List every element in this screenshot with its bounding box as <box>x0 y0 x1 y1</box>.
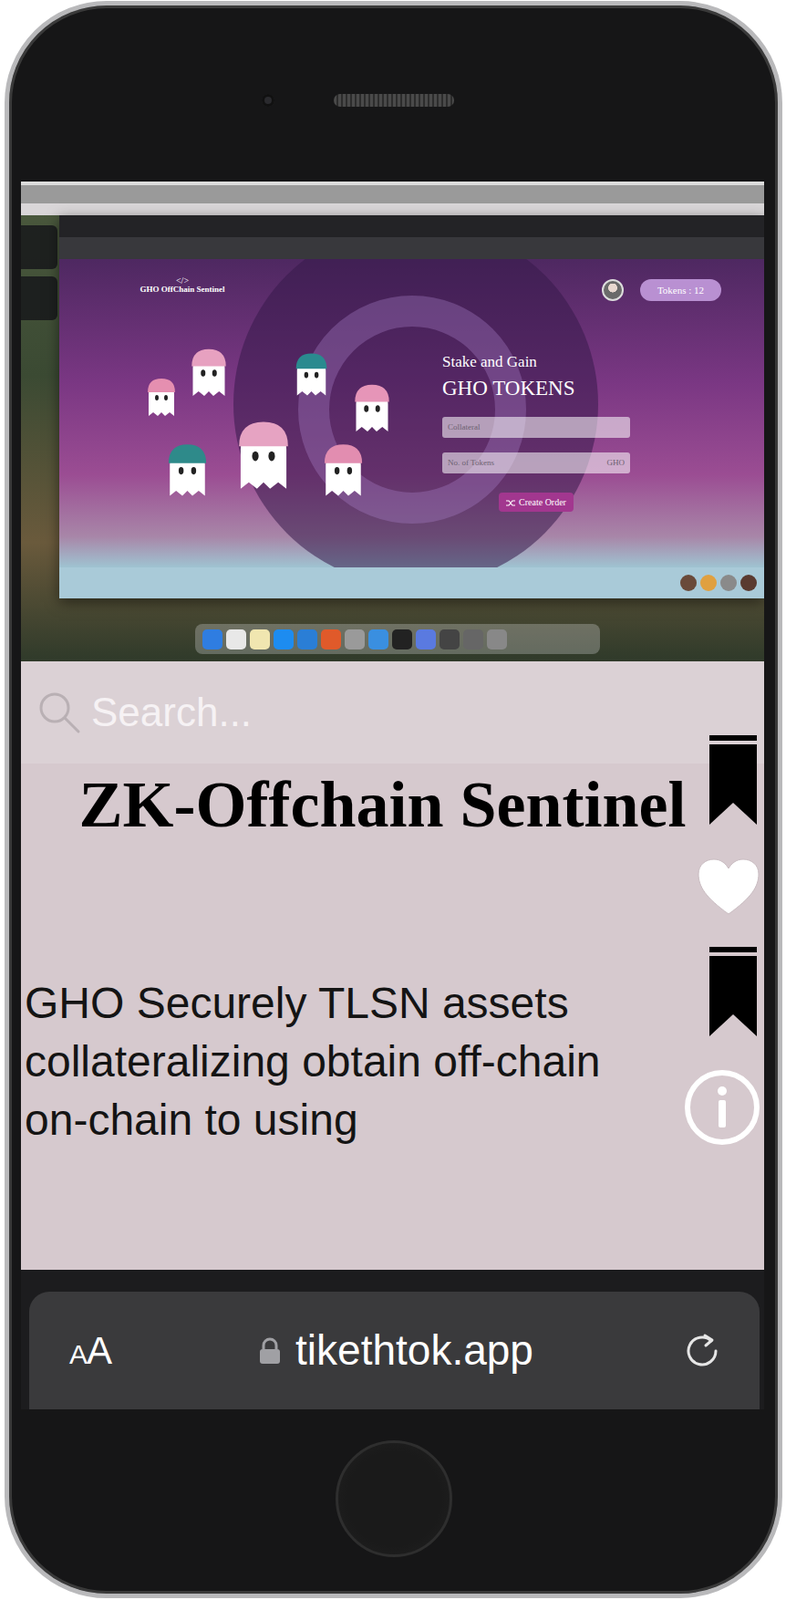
app-icon[interactable] <box>463 629 484 650</box>
participant-icon <box>680 574 697 591</box>
form-heading: Stake and Gain <box>442 352 631 372</box>
app-page: </> GHO OffChain Sentinel Tokens : 12 St… <box>59 258 765 568</box>
participant-icon <box>700 574 717 591</box>
search-icon <box>36 689 83 735</box>
app-icon[interactable] <box>249 629 270 650</box>
post-line: GHO Securely TLSN assets <box>24 973 765 1033</box>
url-text[interactable]: tikethtok.app <box>295 1326 534 1374</box>
ghost-icon <box>290 350 332 400</box>
shuffle-icon <box>506 495 516 509</box>
search-input[interactable] <box>91 682 765 743</box>
post-content: ZK-Offchain Sentinel GHO Securely TLSN a… <box>20 763 765 1270</box>
field-input[interactable] <box>447 456 608 470</box>
form-subheading: GHO TOKENS <box>442 375 631 401</box>
app-icon[interactable] <box>226 629 247 650</box>
post-text: GHO Securely TLSN assetscollateralizing … <box>20 973 765 1149</box>
field-suffix: GHO <box>607 456 626 470</box>
dock <box>195 623 600 654</box>
stake-form: Stake and Gain GHO TOKENS GHO Create Ord… <box>442 352 631 512</box>
tab-strip <box>59 215 765 238</box>
participant-icon <box>740 574 757 591</box>
app-icon[interactable] <box>297 629 318 650</box>
logo-text: GHO OffChain Sentinel <box>132 285 233 295</box>
browser-window: </> GHO OffChain Sentinel Tokens : 12 St… <box>59 215 765 599</box>
ghost-icon <box>230 416 297 496</box>
divider-strip <box>20 1269 765 1290</box>
app-icon[interactable] <box>368 629 389 650</box>
top-bezel <box>9 5 778 182</box>
bookmark-icon[interactable] <box>705 946 761 1038</box>
post-title: ZK-Offchain Sentinel <box>20 763 765 843</box>
app-icon[interactable] <box>320 629 342 650</box>
form-field[interactable]: GHO <box>442 452 631 474</box>
ghost-icon <box>162 440 213 501</box>
app-icon[interactable] <box>439 629 460 650</box>
text-size-button[interactable]: AA <box>69 1331 112 1370</box>
speaker-icon <box>333 93 455 107</box>
app-icon[interactable] <box>202 629 223 650</box>
app-icon[interactable] <box>344 629 365 650</box>
heart-icon[interactable] <box>696 857 761 916</box>
info-icon[interactable] <box>683 1068 761 1146</box>
address-bar <box>59 237 765 259</box>
ghost-icon <box>318 440 369 501</box>
ghost-icon <box>349 381 395 436</box>
desktop-widget <box>20 225 58 269</box>
form-field[interactable] <box>442 416 631 438</box>
app-icon[interactable] <box>486 629 507 650</box>
search-bar <box>20 661 765 764</box>
bookmark-icon[interactable] <box>705 734 761 827</box>
browser-toolbar: AA tikethtok.app <box>20 1289 765 1409</box>
screen: </> GHO OffChain Sentinel Tokens : 12 St… <box>20 181 765 1409</box>
capture-edge <box>20 185 765 204</box>
post-line: collateralizing obtain off-chain <box>24 1032 765 1091</box>
participant-icon <box>720 574 737 591</box>
page-footer <box>59 567 765 599</box>
tokens-badge[interactable]: Tokens : 12 <box>640 279 722 301</box>
avatar-icon[interactable] <box>601 279 624 301</box>
ghost-icon <box>143 375 180 420</box>
post-line: on-chain to using <box>24 1090 765 1149</box>
ghost-icon <box>186 345 232 401</box>
app-logo[interactable]: </> GHO OffChain Sentinel <box>132 275 233 295</box>
lock-icon <box>258 1336 281 1365</box>
menu-bar <box>20 203 765 216</box>
camera-icon <box>261 93 275 107</box>
field-input[interactable] <box>447 421 625 435</box>
url-bar[interactable]: AA tikethtok.app <box>29 1291 760 1409</box>
action-rail <box>683 734 761 1146</box>
app-icon[interactable] <box>392 629 413 650</box>
form-fields: GHO <box>442 416 631 474</box>
button-label: Create Order <box>518 495 567 509</box>
home-button[interactable] <box>335 1439 453 1557</box>
create-order-button[interactable]: Create Order <box>498 492 574 512</box>
app-icon[interactable] <box>415 629 436 650</box>
phone: </> GHO OffChain Sentinel Tokens : 12 St… <box>4 0 783 1598</box>
desktop-widget <box>20 276 58 321</box>
bottom-bezel <box>9 1408 778 1593</box>
url-group[interactable]: tikethtok.app <box>258 1326 534 1374</box>
app-icon[interactable] <box>273 629 294 650</box>
logo-mark: </> <box>132 275 233 286</box>
reload-icon[interactable] <box>681 1329 724 1372</box>
video-frame[interactable]: </> GHO OffChain Sentinel Tokens : 12 St… <box>20 181 765 662</box>
